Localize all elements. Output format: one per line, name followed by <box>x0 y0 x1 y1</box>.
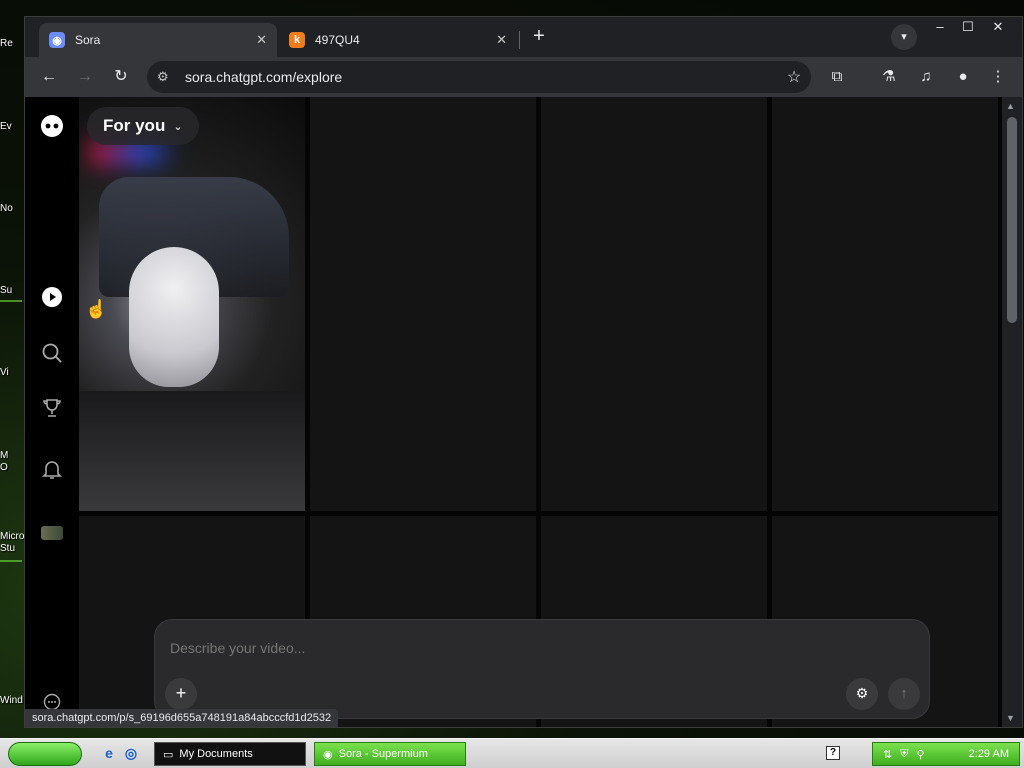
feed-tile[interactable] <box>310 97 536 511</box>
chevron-down-icon: ⌄ <box>173 120 183 133</box>
site-settings-icon[interactable]: ⚙ <box>157 69 175 85</box>
bookmark-star-icon[interactable]: ☆ <box>777 67 811 87</box>
home-icon[interactable] <box>40 285 64 309</box>
tab-title: Sora <box>75 33 101 47</box>
beluga-shape <box>129 247 219 387</box>
settings-sliders-button[interactable]: ⚙ <box>846 678 878 710</box>
desktop-icon-label[interactable]: Re <box>0 38 26 49</box>
folder-icon: ▭ <box>163 748 174 761</box>
internet-explorer-icon[interactable]: e <box>100 745 118 763</box>
address-bar[interactable]: ⚙ sora.chatgpt.com/explore ☆ <box>147 61 811 93</box>
extensions-icon[interactable]: ⧉ <box>825 65 849 89</box>
close-window-button[interactable]: ✕ <box>983 17 1013 37</box>
desktop-icon-label[interactable]: Ev <box>0 121 26 132</box>
scroll-thumb[interactable] <box>1007 117 1017 323</box>
search-icon[interactable] <box>40 341 64 365</box>
shield-icon[interactable]: ⛨ <box>900 748 908 761</box>
url-text[interactable]: sora.chatgpt.com/explore <box>185 69 777 85</box>
taskbar-item-sora[interactable]: ◉ Sora - Supermium <box>314 742 466 766</box>
desktop-icon-label[interactable]: Wind <box>0 695 26 706</box>
help-icon[interactable]: ? <box>826 746 840 760</box>
system-tray: ⇅ ⛨ ⚲ 2:29 AM <box>872 742 1020 766</box>
minimize-button[interactable]: – <box>925 17 955 37</box>
browser-window: ◉ Sora ✕ k 497QU4 ✕ + ▾ – ☐ ✕ ← → ↻ ⚙ so… <box>24 16 1023 728</box>
desktop-glow-line <box>0 560 22 562</box>
desktop-icon-label[interactable]: M <box>0 450 26 461</box>
desktop-icon-label[interactable]: Vi <box>0 367 26 378</box>
task-label: Sora - Supermium <box>338 748 428 760</box>
menu-icon[interactable]: ⋮ <box>986 65 1010 89</box>
desktop-icon-label[interactable]: O <box>0 462 26 473</box>
start-button[interactable] <box>8 742 82 766</box>
feed-tile[interactable] <box>79 97 305 511</box>
sora-logo-icon: ◉ <box>49 32 65 48</box>
close-tab-icon[interactable]: ✕ <box>496 32 507 48</box>
reload-button[interactable]: ↻ <box>109 65 133 89</box>
link-status-bubble: sora.chatgpt.com/p/s_69196d655a748191a84… <box>25 709 339 727</box>
road-shape <box>79 391 305 511</box>
sora-page: For you ⌄ + ⚙ ↑ <box>25 97 1002 727</box>
new-tab-button[interactable]: + <box>527 25 551 49</box>
tab-search-button[interactable]: ▾ <box>891 24 917 50</box>
trophy-icon[interactable] <box>40 396 64 420</box>
prompt-input[interactable] <box>170 640 810 656</box>
labs-flask-icon[interactable]: ⚗ <box>877 65 901 89</box>
browser-toolbar: ← → ↻ ⚙ sora.chatgpt.com/explore ☆ ⧉ ⚗ ♫… <box>25 57 1022 97</box>
video-prompt-composer: + ⚙ ↑ <box>154 619 930 719</box>
tab-title: 497QU4 <box>315 33 360 47</box>
send-button[interactable]: ↑ <box>888 678 920 710</box>
hand-cursor-icon: ☝ <box>85 299 108 319</box>
add-media-button[interactable]: + <box>165 678 197 710</box>
feed-tile[interactable] <box>541 97 767 511</box>
search-tray-icon[interactable]: ⚲ <box>916 748 924 761</box>
video-thumbnail[interactable] <box>79 97 305 511</box>
feed-selector-label: For you <box>103 116 166 135</box>
desktop-icon-label[interactable]: No <box>0 203 26 214</box>
tab-separator <box>519 31 520 49</box>
clock[interactable]: 2:29 AM <box>969 748 1009 760</box>
back-button[interactable]: ← <box>37 65 61 89</box>
sora-logo-icon[interactable] <box>40 114 64 138</box>
network-icon[interactable]: ⇅ <box>883 748 892 761</box>
tab-sora[interactable]: ◉ Sora ✕ <box>39 23 277 57</box>
page-scrollbar[interactable]: ▲ ▼ <box>1002 97 1022 727</box>
k-logo-icon: k <box>289 32 305 48</box>
browser-quicklaunch-icon[interactable]: ◎ <box>122 745 140 763</box>
taskbar-item-my-documents[interactable]: ▭ My Documents <box>154 742 306 766</box>
task-label: My Documents <box>179 748 253 760</box>
media-control-icon[interactable]: ♫ <box>914 65 938 89</box>
maximize-button[interactable]: ☐ <box>953 17 983 37</box>
profile-icon[interactable]: ● <box>951 65 975 89</box>
desktop-glow-line <box>0 300 22 302</box>
close-tab-icon[interactable]: ✕ <box>256 32 267 48</box>
forward-button[interactable]: → <box>73 65 97 89</box>
sora-sidebar <box>25 97 79 727</box>
desktop-icon-label[interactable]: Stu <box>0 543 26 554</box>
tab-strip: ◉ Sora ✕ k 497QU4 ✕ + ▾ – ☐ ✕ <box>25 17 1022 57</box>
scroll-up-icon[interactable]: ▲ <box>1006 101 1015 111</box>
avatar[interactable] <box>40 521 64 545</box>
tab-497qu4[interactable]: k 497QU4 ✕ <box>279 23 517 57</box>
scroll-down-icon[interactable]: ▼ <box>1006 713 1015 723</box>
desktop-icon-label[interactable]: Micro <box>0 531 26 542</box>
taskbar: e ◎ ▭ My Documents ◉ Sora - Supermium ? … <box>0 738 1024 768</box>
feed-tile[interactable] <box>772 97 998 511</box>
browser-icon: ◉ <box>323 748 333 761</box>
bell-icon[interactable] <box>40 457 64 481</box>
feed-selector-button[interactable]: For you ⌄ <box>87 107 199 145</box>
desktop-icon-label[interactable]: Su <box>0 285 26 296</box>
